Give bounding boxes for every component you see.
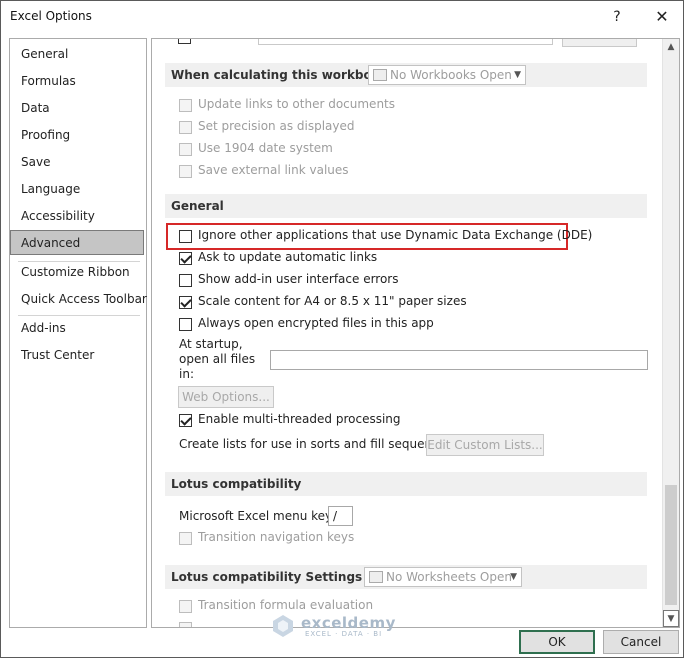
scroll-up-icon[interactable]: ▲ bbox=[663, 39, 679, 56]
update-links-checkbox[interactable] bbox=[179, 99, 192, 112]
transition-nav-checkbox[interactable] bbox=[179, 532, 192, 545]
section-heading: Lotus compatibility bbox=[171, 477, 302, 491]
nav-item-language[interactable]: Language bbox=[11, 177, 145, 202]
scale-content-label: Scale content for A4 or 8.5 x 11" paper … bbox=[198, 294, 467, 308]
set-precision-checkbox[interactable] bbox=[179, 121, 192, 134]
excel-options-dialog: Excel Options ? ✕ General Formulas Data … bbox=[0, 0, 684, 658]
open-encrypted-label: Always open encrypted files in this app bbox=[198, 316, 434, 330]
section-lotus-compatibility: Lotus compatibility bbox=[165, 472, 647, 496]
section-heading: When calculating this workbook: bbox=[171, 68, 393, 82]
nav-item-data[interactable]: Data bbox=[11, 96, 145, 121]
scroll-down-icon[interactable]: ▼ bbox=[663, 610, 679, 627]
vertical-scrollbar[interactable]: ▲ ▼ bbox=[662, 39, 679, 627]
partial-bottom-checkbox bbox=[179, 622, 192, 627]
nav-item-proofing[interactable]: Proofing bbox=[11, 123, 145, 148]
section-heading: General bbox=[171, 199, 224, 213]
edit-custom-lists-button[interactable]: Edit Custom Lists... bbox=[426, 434, 544, 456]
startup-folder-input[interactable] bbox=[270, 350, 648, 370]
worksheet-icon bbox=[369, 571, 383, 583]
ok-button[interactable]: OK bbox=[519, 630, 595, 654]
show-addin-errors-label: Show add-in user interface errors bbox=[198, 272, 399, 286]
worksheet-combo[interactable]: No Worksheets Open ▼ bbox=[364, 567, 522, 587]
worksheet-combo-value: No Worksheets Open bbox=[386, 570, 512, 584]
save-external-links-checkbox[interactable] bbox=[179, 165, 192, 178]
date-1904-checkbox[interactable] bbox=[179, 143, 192, 156]
nav-item-trust-center[interactable]: Trust Center bbox=[11, 343, 145, 368]
nav-item-customize-ribbon[interactable]: Customize Ribbon bbox=[11, 260, 145, 285]
partial-checkbox bbox=[178, 39, 191, 44]
show-addin-errors-checkbox[interactable] bbox=[179, 274, 192, 287]
section-general: General bbox=[165, 194, 647, 218]
advanced-options-panel: When calculating this workbook: No Workb… bbox=[151, 38, 680, 628]
startup-label-line2: open all files bbox=[179, 352, 256, 366]
menu-key-label: Microsoft Excel menu key: bbox=[179, 509, 336, 523]
transition-formula-label: Transition formula evaluation bbox=[198, 598, 374, 612]
ignore-dde-checkbox[interactable] bbox=[179, 230, 192, 243]
chevron-down-icon: ▼ bbox=[514, 70, 521, 80]
startup-label-line3: in: bbox=[179, 367, 194, 381]
workbook-icon bbox=[373, 69, 387, 81]
scroll-thumb[interactable] bbox=[665, 485, 677, 605]
date-1904-label: Use 1904 date system bbox=[198, 141, 333, 155]
startup-label-line1: At startup, bbox=[179, 337, 243, 351]
ignore-dde-label: Ignore other applications that use Dynam… bbox=[198, 228, 593, 242]
nav-item-advanced[interactable]: Advanced bbox=[10, 230, 144, 255]
nav-item-quick-access-toolbar[interactable]: Quick Access Toolbar bbox=[11, 287, 147, 312]
nav-item-accessibility[interactable]: Accessibility bbox=[11, 204, 145, 229]
save-external-links-label: Save external link values bbox=[198, 163, 349, 177]
title-bar: Excel Options ? ✕ bbox=[1, 1, 683, 33]
exceldemy-logo-icon bbox=[273, 615, 293, 637]
cancel-button[interactable]: Cancel bbox=[603, 630, 679, 654]
ask-update-links-label: Ask to update automatic links bbox=[198, 250, 378, 264]
menu-key-input[interactable]: / bbox=[328, 506, 353, 526]
close-icon[interactable]: ✕ bbox=[647, 5, 677, 29]
watermark-tagline: EXCEL · DATA · BI bbox=[305, 630, 383, 638]
section-heading: Lotus compatibility Settings for: bbox=[171, 570, 391, 584]
dialog-title: Excel Options bbox=[10, 9, 92, 23]
multithread-label: Enable multi-threaded processing bbox=[198, 412, 401, 426]
set-precision-label: Set precision as displayed bbox=[198, 119, 355, 133]
nav-item-save[interactable]: Save bbox=[11, 150, 145, 175]
custom-lists-label: Create lists for use in sorts and fill s… bbox=[179, 437, 457, 451]
partial-button bbox=[562, 39, 637, 47]
web-options-button[interactable]: Web Options... bbox=[178, 386, 274, 408]
nav-item-add-ins[interactable]: Add-ins bbox=[11, 316, 145, 341]
open-encrypted-checkbox[interactable] bbox=[179, 318, 192, 331]
chevron-down-icon: ▼ bbox=[510, 572, 517, 582]
multithread-checkbox[interactable] bbox=[179, 414, 192, 427]
update-links-label: Update links to other documents bbox=[198, 97, 396, 111]
workbook-combo-value: No Workbooks Open bbox=[390, 68, 512, 82]
workbook-combo[interactable]: No Workbooks Open ▼ bbox=[368, 65, 526, 85]
nav-item-formulas[interactable]: Formulas bbox=[11, 69, 145, 94]
scale-content-checkbox[interactable] bbox=[179, 296, 192, 309]
nav-item-general[interactable]: General bbox=[11, 42, 145, 67]
partial-input bbox=[258, 39, 553, 45]
ask-update-links-checkbox[interactable] bbox=[179, 252, 192, 265]
transition-formula-checkbox[interactable] bbox=[179, 600, 192, 613]
transition-nav-label: Transition navigation keys bbox=[198, 530, 355, 544]
options-nav: General Formulas Data Proofing Save Lang… bbox=[9, 38, 147, 628]
help-icon[interactable]: ? bbox=[602, 5, 632, 29]
